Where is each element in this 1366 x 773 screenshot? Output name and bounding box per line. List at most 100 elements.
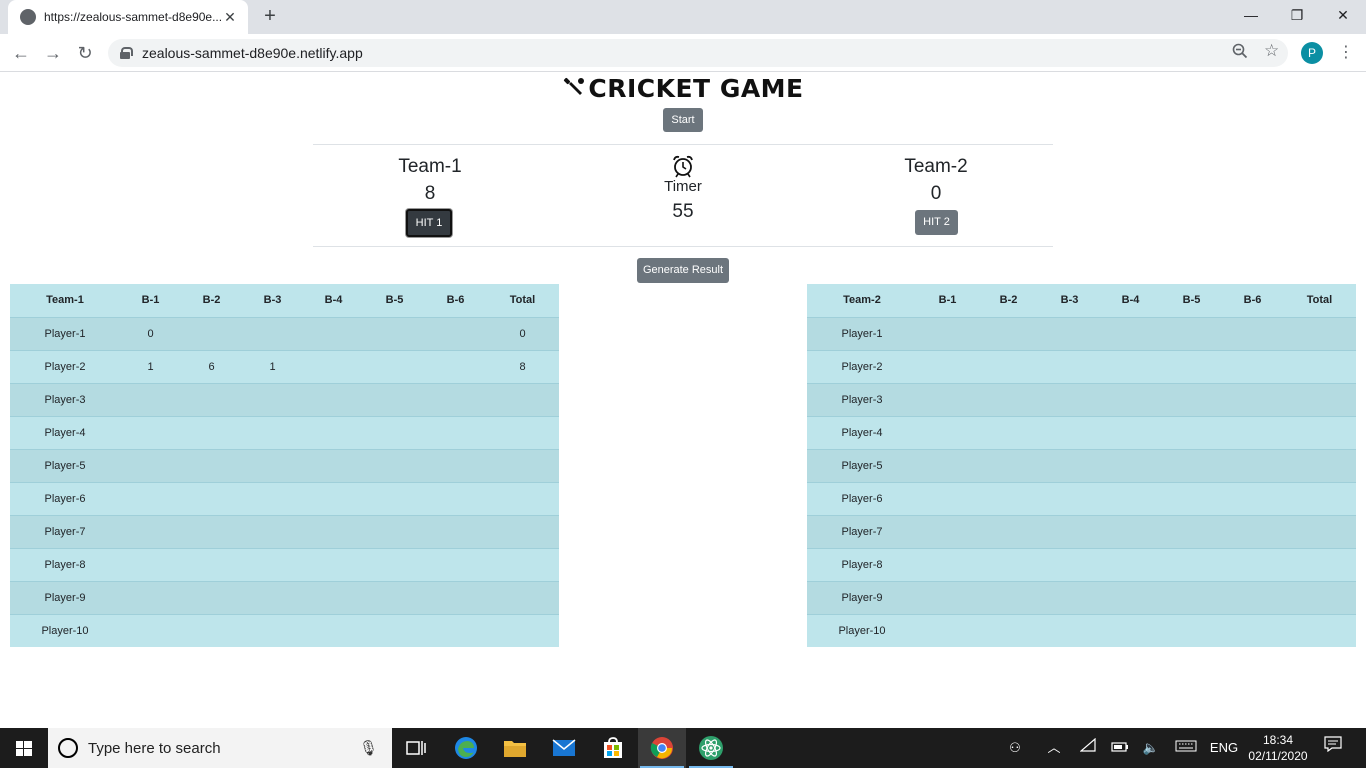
file-explorer-icon[interactable] [491, 728, 539, 768]
browser-menu-icon[interactable]: ⋮ [1338, 42, 1354, 64]
player-name-cell: Player-3 [807, 382, 917, 416]
mail-icon[interactable] [540, 728, 588, 768]
taskbar-clock[interactable]: 18:34 02/11/2020 [1248, 732, 1308, 764]
ball-score-cell: 0 [120, 316, 181, 350]
bookmark-star-icon[interactable]: ☆ [1264, 41, 1279, 61]
table-row: Player-4 [807, 415, 1356, 449]
player-name-cell: Player-2 [807, 349, 917, 383]
ball-score-cell [425, 415, 486, 449]
total-cell [486, 382, 559, 416]
clock-date: 02/11/2020 [1248, 749, 1308, 763]
hit2-button[interactable]: HIT 2 [915, 210, 958, 235]
ball-score-cell [1222, 349, 1283, 383]
back-icon[interactable]: ← [8, 40, 34, 66]
ball-score-cell [364, 415, 425, 449]
notifications-icon[interactable] [1320, 728, 1346, 768]
ball-score-cell [1161, 580, 1222, 614]
zoom-icon[interactable] [1232, 43, 1248, 63]
total-cell [1283, 580, 1356, 614]
ball-score-cell [1161, 349, 1222, 383]
tab-close-icon[interactable]: ✕ [222, 9, 238, 26]
player-name-cell: Player-2 [10, 349, 120, 383]
ball-score-cell [303, 613, 364, 647]
hit1-button[interactable]: HIT 1 [406, 209, 452, 237]
keyboard-icon[interactable] [1172, 728, 1200, 768]
table-row: Player-4 [10, 415, 559, 449]
windows-start-button[interactable] [0, 728, 48, 768]
minimize-button[interactable]: — [1228, 0, 1274, 30]
column-header: B-4 [1100, 284, 1161, 317]
ball-score-cell [1222, 547, 1283, 581]
lock-icon [120, 47, 133, 59]
ball-score-cell [1161, 316, 1222, 350]
ball-score-cell [917, 382, 978, 416]
team1-name: Team-1 [398, 156, 462, 177]
microphone-icon[interactable]: 🎙 [359, 739, 378, 757]
restore-button[interactable]: ❐ [1274, 0, 1320, 30]
clock-time: 18:34 [1262, 733, 1294, 747]
ball-score-cell [242, 382, 303, 416]
battery-icon[interactable] [1108, 728, 1132, 768]
ball-score-cell [1039, 349, 1100, 383]
taskbar-search[interactable]: Type here to search 🎙 [48, 728, 392, 768]
column-header: Total [486, 284, 559, 317]
total-cell [486, 613, 559, 647]
ball-score-cell [978, 316, 1039, 350]
volume-icon[interactable]: 🔈 [1138, 728, 1164, 768]
player-name-cell: Player-7 [10, 514, 120, 548]
table-row: Player-5 [807, 448, 1356, 482]
window-close-button[interactable]: ✕ [1320, 0, 1366, 30]
ball-score-cell [181, 514, 242, 548]
language-indicator[interactable]: ENG [1206, 728, 1242, 768]
ball-score-cell [1161, 514, 1222, 548]
ball-score-cell [1039, 481, 1100, 515]
reload-icon[interactable]: ↻ [72, 40, 98, 66]
ball-score-cell [303, 316, 364, 350]
ball-score-cell [425, 613, 486, 647]
column-header: B-3 [242, 284, 303, 317]
ball-score-cell [364, 613, 425, 647]
chevron-up-icon[interactable]: ︿ [1042, 728, 1066, 768]
ball-score-cell [1039, 514, 1100, 548]
address-bar[interactable]: zealous-sammet-d8e90e.netlify.app [108, 39, 1288, 67]
player-name-cell: Player-1 [10, 316, 120, 350]
ball-score-cell [1100, 580, 1161, 614]
column-header: B-5 [364, 284, 425, 317]
ball-score-cell [1222, 415, 1283, 449]
total-cell [486, 514, 559, 548]
total-cell [486, 547, 559, 581]
new-tab-button[interactable]: + [258, 4, 282, 28]
player-name-cell: Player-4 [807, 415, 917, 449]
ball-score-cell [917, 613, 978, 647]
atom-icon[interactable] [687, 728, 735, 768]
ball-score-cell: 1 [242, 349, 303, 383]
total-cell: 0 [486, 316, 559, 350]
table-row: Player-10 [10, 613, 559, 647]
table-row: Player-5 [10, 448, 559, 482]
forward-icon[interactable]: → [40, 40, 66, 66]
store-icon[interactable] [589, 728, 637, 768]
people-icon[interactable]: ⚇ [1002, 728, 1028, 768]
url-text[interactable]: zealous-sammet-d8e90e.netlify.app [142, 45, 363, 61]
start-button[interactable]: Start [663, 108, 703, 132]
browser-tab[interactable]: https://zealous-sammet-d8e90e... ✕ [8, 0, 248, 34]
total-cell [486, 448, 559, 482]
total-cell [1283, 448, 1356, 482]
total-cell [1283, 613, 1356, 647]
table-row: Player-8 [807, 547, 1356, 581]
team-column-header: Team-1 [10, 284, 120, 317]
ball-score-cell [120, 514, 181, 548]
chrome-icon[interactable] [638, 728, 686, 768]
divider-bottom [313, 246, 1053, 247]
edge-icon[interactable] [442, 728, 490, 768]
player-name-cell: Player-1 [807, 316, 917, 350]
profile-avatar[interactable]: P [1301, 42, 1323, 64]
table-row: Player-8 [10, 547, 559, 581]
column-header: B-6 [425, 284, 486, 317]
generate-result-button[interactable]: Generate Result [637, 258, 729, 283]
task-view-icon[interactable] [392, 728, 440, 768]
ball-score-cell [242, 448, 303, 482]
network-icon[interactable] [1076, 728, 1100, 768]
ball-score-cell [1039, 382, 1100, 416]
ball-score-cell [120, 547, 181, 581]
